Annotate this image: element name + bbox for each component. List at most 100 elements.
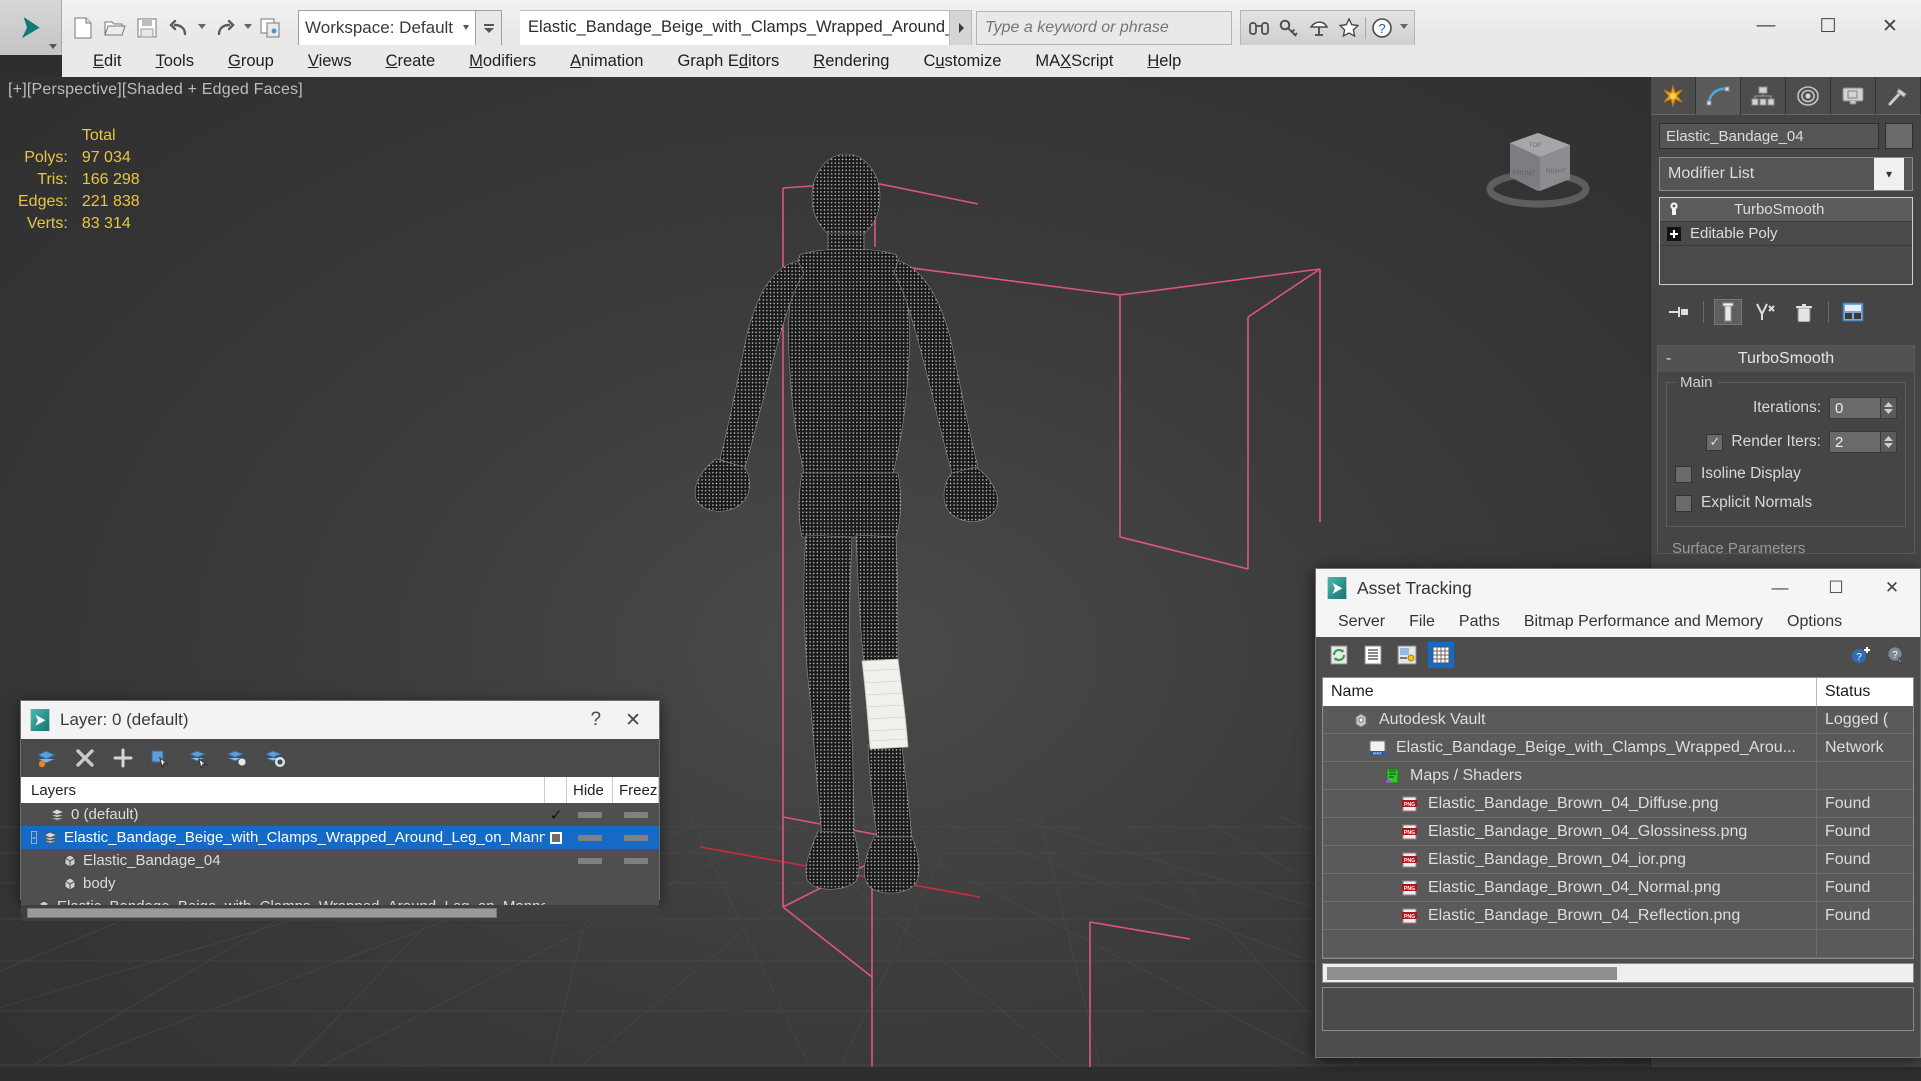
- freeze-toggle-dash[interactable]: [624, 811, 648, 818]
- key-icon[interactable]: [1275, 13, 1303, 43]
- redo-icon[interactable]: [210, 11, 240, 45]
- create-new-layer-icon[interactable]: [35, 746, 59, 770]
- asset-row[interactable]: Autodesk Vault Logged (: [1323, 705, 1913, 734]
- redo-dropdown-caret[interactable]: [244, 23, 252, 32]
- layer-row-name-cell[interactable]: body: [21, 875, 545, 892]
- binoculars-icon[interactable]: [1245, 13, 1273, 43]
- layer-dialog-title-bar[interactable]: ➤ Layer: 0 (default) ? ✕: [21, 701, 659, 739]
- modifier-stack-item[interactable]: TurboSmooth: [1660, 198, 1912, 222]
- asset-row-name-cell[interactable]: PNG Elastic_Bandage_Brown_04_Glossiness.p…: [1323, 817, 1817, 846]
- plus-box-icon[interactable]: [1666, 226, 1682, 242]
- add-selection-to-layer-icon[interactable]: [111, 746, 135, 770]
- asset-menu-item-bitmap-performance-and-memory[interactable]: Bitmap Performance and Memory: [1512, 610, 1775, 634]
- lightbulb-icon[interactable]: [1666, 202, 1682, 218]
- workspace-menu-button[interactable]: [476, 9, 503, 46]
- freeze-toggle-dash[interactable]: [624, 857, 648, 864]
- create-tab[interactable]: [1651, 77, 1696, 115]
- layer-freeze-cell[interactable]: [613, 857, 659, 864]
- star-icon[interactable]: [1335, 13, 1363, 43]
- context-help-icon[interactable]: ?: [1884, 642, 1910, 668]
- layer-row[interactable]: body: [21, 872, 659, 895]
- minimize-button[interactable]: —: [1752, 569, 1808, 607]
- save-file-icon[interactable]: [132, 11, 162, 45]
- view-cube[interactable]: TOP FRONT RIGHT: [1478, 107, 1598, 217]
- render-iters-checkbox[interactable]: ✓: [1706, 433, 1724, 451]
- menu-item-views[interactable]: Views: [291, 49, 369, 74]
- grid-view-icon[interactable]: [1428, 642, 1454, 668]
- help-icon[interactable]: ?: [1368, 13, 1396, 43]
- select-objects-in-layer-icon[interactable]: [149, 746, 173, 770]
- explicit-normals-checkbox[interactable]: [1675, 494, 1692, 512]
- modifier-list-dropdown[interactable]: Modifier List ▾: [1659, 157, 1913, 191]
- object-name-field[interactable]: Elastic_Bandage_04: [1659, 123, 1879, 149]
- chevron-down-icon[interactable]: ▾: [1874, 158, 1904, 190]
- chevron-down-icon[interactable]: [463, 25, 470, 30]
- layer-properties-icon[interactable]: [263, 746, 287, 770]
- configure-sets-icon[interactable]: [1839, 299, 1867, 325]
- hide-column-header[interactable]: Hide: [567, 777, 613, 803]
- asset-row-name-cell[interactable]: PNG Elastic_Bandage_Brown_04_ior.png: [1323, 845, 1817, 874]
- menu-item-create[interactable]: Create: [369, 49, 453, 74]
- search-box[interactable]: [976, 10, 1233, 45]
- asset-grid-rows[interactable]: Autodesk Vault Logged (MAX Elastic_Bandage…: [1323, 705, 1913, 958]
- modifier-stack-item[interactable]: Editable Poly: [1660, 222, 1912, 246]
- help-dropdown-caret[interactable]: [1400, 23, 1409, 32]
- layer-row[interactable]: Elastic_Bandage_04: [21, 849, 659, 872]
- asset-menu-item-file[interactable]: File: [1397, 610, 1447, 634]
- menu-item-help[interactable]: Help: [1130, 49, 1198, 74]
- highlight-selected-objects-icon[interactable]: [225, 746, 249, 770]
- hierarchy-tab[interactable]: [1741, 77, 1786, 115]
- asset-tracking-title-bar[interactable]: ➤ Asset Tracking — ☐ ✕: [1316, 569, 1920, 607]
- help-button[interactable]: ?: [577, 709, 616, 731]
- utilities-tab[interactable]: [1876, 77, 1921, 115]
- modifier-stack[interactable]: TurboSmooth Editable Poly: [1659, 197, 1913, 285]
- scrollbar-thumb[interactable]: [27, 908, 497, 918]
- menu-item-animation[interactable]: Animation: [553, 49, 660, 74]
- show-end-result-icon[interactable]: [1714, 299, 1742, 325]
- asset-row[interactable]: PNG Elastic_Bandage_Brown_04_Diffuse.png F…: [1323, 789, 1913, 818]
- autodesk-max-logo[interactable]: ➤: [0, 0, 62, 55]
- motion-tab[interactable]: [1786, 77, 1831, 115]
- spinner-arrows[interactable]: [1881, 431, 1897, 453]
- open-file-icon[interactable]: [100, 11, 130, 45]
- asset-row-name-cell[interactable]: PNG Elastic_Bandage_Brown_04_Reflection.p…: [1323, 901, 1817, 930]
- asset-horizontal-scrollbar[interactable]: [1322, 963, 1914, 983]
- layer-current-cell[interactable]: [545, 831, 567, 844]
- asset-row[interactable]: MAX Elastic_Bandage_Beige_with_Clamps_Wra…: [1323, 733, 1913, 762]
- make-unique-icon[interactable]: [1752, 299, 1780, 325]
- asset-menu-item-options[interactable]: Options: [1775, 610, 1854, 634]
- delete-layer-icon[interactable]: [73, 746, 97, 770]
- asset-menu-item-paths[interactable]: Paths: [1447, 610, 1512, 634]
- modify-tab[interactable]: [1696, 77, 1741, 115]
- layer-dialog[interactable]: ➤ Layer: 0 (default) ? ✕ Layers Hide Fre…: [20, 700, 660, 921]
- spinner-arrows[interactable]: [1881, 397, 1897, 419]
- project-folder-icon[interactable]: [256, 11, 286, 45]
- menu-item-edit[interactable]: Edit: [76, 49, 138, 74]
- display-tab[interactable]: [1831, 77, 1876, 115]
- new-file-icon[interactable]: [68, 11, 98, 45]
- asset-row[interactable]: [1323, 929, 1913, 958]
- isoline-display-row[interactable]: Isoline Display: [1675, 465, 1897, 483]
- search-input[interactable]: [985, 18, 1224, 37]
- layer-row-name-cell[interactable]: Elastic_Bandage_Beige_with_Clamps_Wrappe…: [21, 898, 545, 905]
- mannequin-model[interactable]: [640, 137, 1060, 917]
- render-iters-value[interactable]: 2: [1829, 431, 1881, 453]
- expand-collapse-icon[interactable]: -: [31, 831, 37, 844]
- trash-icon[interactable]: [1790, 299, 1818, 325]
- close-button[interactable]: ✕: [1864, 569, 1920, 607]
- asset-row[interactable]: PNG Elastic_Bandage_Brown_04_Glossiness.p…: [1323, 817, 1913, 846]
- maximize-button[interactable]: ☐: [1808, 569, 1864, 607]
- menu-item-rendering[interactable]: Rendering: [796, 49, 906, 74]
- menu-item-group[interactable]: Group: [211, 49, 291, 74]
- satellite-dish-icon[interactable]: [1305, 13, 1333, 43]
- layer-freeze-cell[interactable]: [613, 834, 659, 841]
- asset-row[interactable]: PNG Elastic_Bandage_Brown_04_Normal.png Fo…: [1323, 873, 1913, 902]
- layer-freeze-cell[interactable]: [613, 811, 659, 818]
- workspace-selector[interactable]: Workspace: Default: [298, 9, 477, 46]
- object-color-swatch[interactable]: [1885, 123, 1913, 149]
- logo-dropdown-caret[interactable]: [49, 44, 57, 49]
- explicit-normals-row[interactable]: Explicit Normals: [1675, 494, 1897, 512]
- layer-row-name-cell[interactable]: Elastic_Bandage_04: [21, 852, 545, 869]
- select-highlighted-objects-icon[interactable]: [187, 746, 211, 770]
- asset-row-name-cell[interactable]: Autodesk Vault: [1323, 705, 1817, 734]
